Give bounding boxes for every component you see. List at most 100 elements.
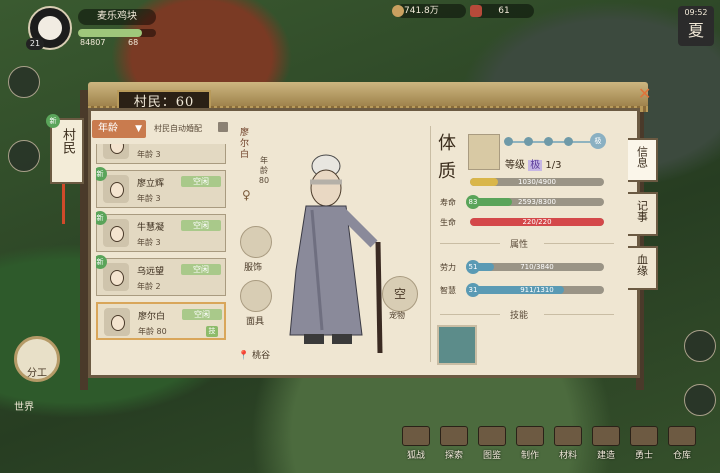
bottom-bar-label: 材料: [558, 451, 577, 461]
player-level: 21: [26, 38, 44, 50]
constitution-bar: 1030/4900: [470, 178, 604, 186]
resident-row[interactable]: 新乌远望 年龄 2 空闲: [96, 255, 226, 296]
mask-slot[interactable]: [240, 280, 272, 312]
bottom-bar-label: 建造: [596, 451, 615, 461]
coin-icon: [392, 5, 404, 17]
lifespan-badge: 83: [466, 195, 480, 209]
bottom-bar-button[interactable]: 狐战: [400, 426, 432, 461]
resident-row[interactable]: 年龄 3: [96, 144, 226, 164]
resident-name: 廖尔白: [240, 128, 250, 160]
bottom-bar-label: 探索: [444, 451, 463, 461]
building-icon: [592, 426, 620, 446]
bottom-bar-button[interactable]: 图鉴: [476, 426, 508, 461]
resident-row-age: 年龄 3: [137, 238, 161, 247]
status-badge: 空闲: [181, 220, 221, 231]
resident-row[interactable]: 廖尔白 年龄 80 空闲技: [96, 302, 226, 340]
resident-row-name: 廖尔白: [138, 312, 166, 322]
auto-match-label: 村民自动婚配: [154, 124, 202, 133]
female-symbol-icon: ♀: [242, 188, 251, 202]
resource-counter[interactable]: 61: [470, 4, 534, 18]
skill-tag: 技: [206, 326, 218, 337]
bottom-bar-button[interactable]: 材料: [552, 426, 584, 461]
side-menu-button[interactable]: [8, 140, 40, 172]
tier-text: 等级 极 1/3: [505, 160, 562, 171]
bottom-bar-button[interactable]: 仓库: [666, 426, 698, 461]
season-clock[interactable]: 09:52 夏: [678, 6, 714, 46]
wisdom-label: 智慧: [440, 286, 456, 295]
new-badge: 新: [46, 114, 60, 128]
close-icon[interactable]: ✕: [638, 86, 654, 102]
top-hud: 21 麦乐鸡块 84807 68 741.8万 61 09:52 夏: [0, 0, 720, 52]
bottom-bar-button[interactable]: 建造: [590, 426, 622, 461]
residents-tab-lantern[interactable]: 新 村民: [46, 114, 84, 184]
lantern-tassel: [62, 184, 75, 224]
wisdom-badge: 31: [466, 283, 480, 297]
section-rule: [544, 243, 614, 244]
section-rule: [440, 314, 500, 315]
player-name: 麦乐鸡块: [78, 9, 156, 25]
tier-dot: [504, 137, 513, 146]
resident-age: 年龄 80: [258, 156, 270, 185]
side-tab[interactable]: 记事: [628, 192, 658, 236]
building-icon: [630, 426, 658, 446]
clothing-label: 服饰: [244, 263, 263, 273]
skill-icon[interactable]: [437, 325, 477, 365]
side-menu-button[interactable]: [684, 330, 716, 362]
labor-badge: 51: [466, 260, 480, 274]
experience-bar: [78, 29, 156, 37]
lifespan-bar: 2593/8300: [470, 198, 604, 206]
skills-heading: 技能: [510, 311, 529, 321]
resident-face: [103, 175, 129, 203]
sort-dropdown[interactable]: 年龄 ▼: [92, 120, 146, 138]
season-label: 夏: [687, 21, 704, 40]
labor-bar: 710/3840: [470, 263, 604, 271]
building-icon: [554, 426, 582, 446]
resident-row[interactable]: 新牛慧凝 年龄 3 空闲: [96, 211, 226, 252]
resident-row-age: 年龄 2: [137, 282, 161, 291]
bottom-bar-button[interactable]: 勇士: [628, 426, 660, 461]
tier-dot: [524, 137, 533, 146]
attributes-heading: 属性: [510, 240, 529, 250]
building-icon: [516, 426, 544, 446]
clock-time: 09:52: [684, 8, 708, 17]
side-tab-label: 信息: [635, 146, 649, 168]
status-badge: 空闲: [182, 309, 222, 320]
pet-slot[interactable]: 空: [382, 276, 418, 312]
constitution-title: 体质: [438, 133, 456, 182]
wisdom-bar: 911/1310: [470, 286, 604, 294]
tier-dot: [544, 137, 553, 146]
bottom-bar-button[interactable]: 制作: [514, 426, 546, 461]
lantern-label: 村民: [60, 128, 75, 154]
bottom-bar-label: 勇士: [634, 451, 653, 461]
side-tab[interactable]: 血缘: [628, 246, 658, 290]
clothing-slot[interactable]: [240, 226, 272, 258]
bottom-bar-label: 图鉴: [482, 451, 501, 461]
resident-rows[interactable]: 年龄 3 新廖立辉 年龄 3 空闲新牛慧凝 年龄 3 空闲新乌远望 年龄 2 空闲 廖尔白 年龄 …: [96, 144, 228, 372]
chevron-down-icon: ▼: [135, 124, 142, 134]
health-value: 220/220: [522, 218, 552, 226]
side-tab-label: 血缘: [635, 254, 649, 276]
status-badge: 空闲: [181, 264, 221, 275]
lifespan-value: 2593/8300: [518, 198, 556, 206]
world-button[interactable]: 世界: [14, 398, 34, 413]
bottom-bar-button[interactable]: 探索: [438, 426, 470, 461]
tier-dot: [564, 137, 573, 146]
resident-face: [104, 308, 130, 336]
dispatch-button[interactable]: 分工: [14, 336, 60, 382]
side-menu-button[interactable]: [8, 66, 40, 98]
health-label: 生命: [440, 218, 456, 227]
side-tab[interactable]: 信息: [628, 138, 658, 182]
constitution-value: 1030/4900: [518, 178, 556, 186]
resident-face: [103, 144, 129, 159]
resident-row[interactable]: 新廖立辉 年龄 3 空闲: [96, 167, 226, 208]
bottom-bar-label: 狐战: [406, 451, 425, 461]
section-rule: [440, 243, 500, 244]
building-icon: [478, 426, 506, 446]
resident-row-age: 年龄 3: [137, 194, 161, 203]
resident-face: [103, 219, 129, 247]
wisdom-value: 911/1310: [520, 286, 554, 294]
side-menu-button[interactable]: [684, 384, 716, 416]
coin-counter[interactable]: 741.8万: [392, 4, 466, 18]
resident-row-name: 乌远望: [137, 267, 165, 277]
auto-match-checkbox[interactable]: [218, 122, 228, 132]
